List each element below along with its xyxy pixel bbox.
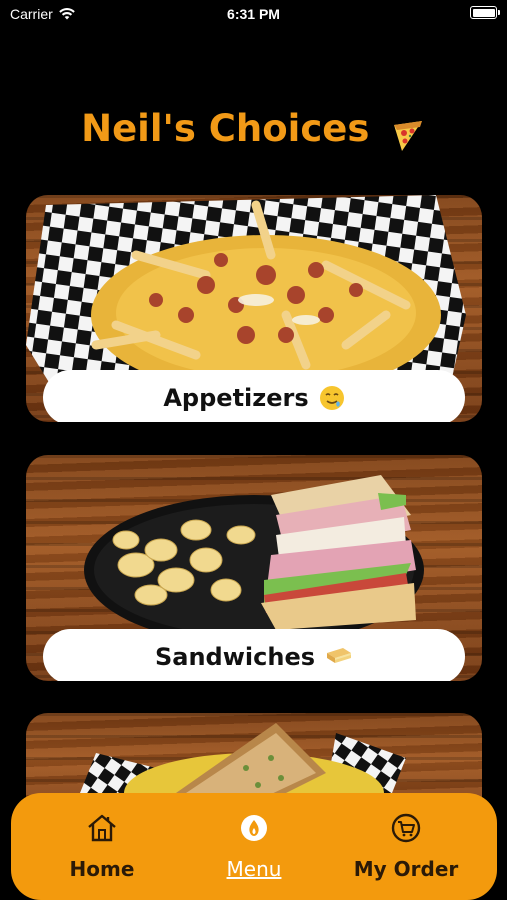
tab-bar: Home Menu My Order: [11, 793, 497, 900]
category-pill-appetizers[interactable]: Appetizers: [43, 370, 465, 422]
category-card-sandwiches[interactable]: Sandwiches: [26, 455, 482, 681]
home-icon: [88, 814, 116, 842]
tab-label: Home: [69, 857, 135, 881]
page-title: Neil's Choices: [81, 107, 370, 150]
tab-label: Menu: [226, 857, 282, 881]
pizza-icon: [393, 120, 422, 151]
battery-icon: [470, 6, 500, 19]
category-card-appetizers[interactable]: Appetizers: [26, 195, 482, 422]
tab-my-order[interactable]: My Order: [325, 793, 487, 893]
status-time: 6:31 PM: [227, 6, 280, 22]
drooling-face-icon: [319, 385, 344, 410]
category-pill-sandwiches[interactable]: Sandwiches: [43, 629, 465, 681]
tab-home[interactable]: Home: [21, 793, 183, 893]
tab-menu[interactable]: Menu: [173, 793, 335, 893]
menu-icon: [241, 815, 267, 841]
cart-icon: [391, 813, 421, 843]
header: Neil's Choices: [0, 107, 507, 155]
sandwich-icon: [327, 647, 352, 663]
tab-label: My Order: [353, 857, 459, 881]
category-label: Appetizers: [163, 383, 309, 412]
category-label: Sandwiches: [154, 642, 316, 671]
status-bar: Carrier 6:31 PM: [0, 0, 507, 30]
